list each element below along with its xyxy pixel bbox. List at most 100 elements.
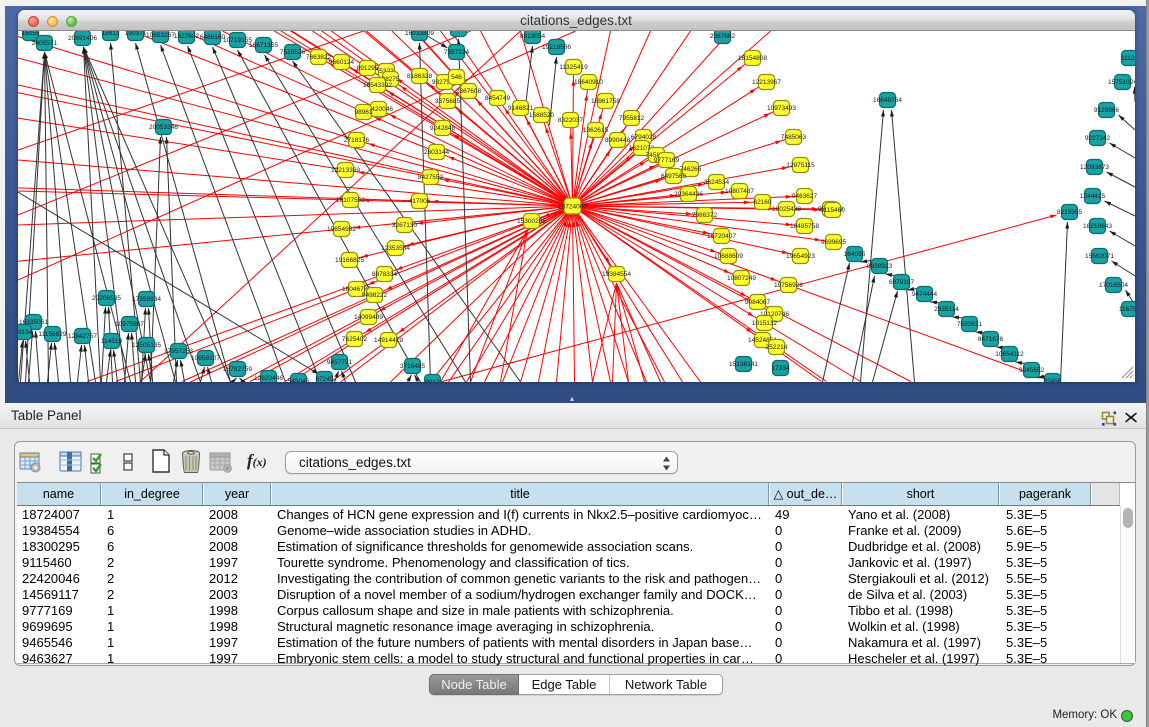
svg-text:8938923: 8938923: [866, 263, 892, 270]
svg-text:3624534: 3624534: [703, 179, 729, 186]
svg-text:8322037: 8322037: [557, 117, 583, 124]
svg-text:9227342: 9227342: [1084, 135, 1110, 142]
svg-text:2405571: 2405571: [31, 40, 57, 47]
svg-text:190371: 190371: [124, 31, 146, 37]
svg-text:16154808: 16154808: [738, 55, 767, 62]
svg-text:3375685: 3375685: [434, 98, 460, 105]
svg-text:18640910: 18640910: [574, 79, 603, 86]
svg-text:12213967: 12213967: [752, 79, 781, 86]
svg-text:8878334: 8878334: [371, 271, 397, 278]
svg-text:10688609: 10688609: [714, 253, 743, 260]
svg-text:9242848: 9242848: [429, 125, 455, 132]
svg-text:7663822: 7663822: [305, 54, 331, 61]
svg-text:10973493: 10973493: [767, 105, 796, 112]
svg-text:9699695: 9699695: [820, 239, 846, 246]
svg-text:12093873: 12093873: [1080, 164, 1109, 171]
svg-text:6497568: 6497568: [660, 173, 686, 180]
svg-text:18495758: 18495758: [790, 223, 819, 230]
svg-text:19654982: 19654982: [327, 226, 356, 233]
svg-text:11325419: 11325419: [559, 64, 588, 71]
svg-text:9660124: 9660124: [328, 59, 354, 66]
svg-text:15692071: 15692071: [1085, 253, 1114, 260]
svg-text:12975115: 12975115: [786, 162, 815, 169]
svg-text:12353584: 12353584: [381, 245, 410, 252]
svg-text:9115460: 9115460: [820, 207, 845, 214]
svg-text:2803144: 2803144: [423, 149, 449, 156]
svg-text:10958107: 10958107: [191, 355, 220, 362]
svg-text:417006: 417006: [408, 198, 430, 205]
svg-text:10653267: 10653267: [146, 32, 175, 39]
svg-text:7485063: 7485063: [780, 134, 806, 141]
svg-text:8990448: 8990448: [604, 137, 630, 144]
svg-text:20053346: 20053346: [149, 124, 178, 131]
svg-text:16782759: 16782759: [223, 366, 252, 373]
svg-text:12213369: 12213369: [331, 167, 360, 174]
svg-text:88130: 88130: [449, 31, 467, 33]
svg-text:1015132: 1015132: [751, 320, 777, 327]
svg-text:15300285: 15300285: [517, 218, 546, 225]
svg-text:8427552: 8427552: [417, 174, 443, 181]
svg-text:8471676: 8471676: [977, 336, 1003, 343]
svg-text:7625402: 7625402: [341, 336, 367, 343]
svg-text:19218586: 19218586: [542, 44, 571, 51]
svg-text:9146821: 9146821: [507, 105, 533, 112]
svg-text:15720407: 15720407: [707, 233, 736, 240]
svg-text:12823446: 12823446: [254, 375, 283, 381]
svg-text:16033809: 16033809: [405, 31, 434, 37]
svg-text:2935114: 2935114: [934, 306, 959, 313]
svg-text:19654923: 19654923: [786, 253, 815, 260]
svg-text:9777169: 9777169: [653, 157, 679, 164]
svg-text:114519: 114519: [100, 338, 122, 345]
svg-text:98961: 98961: [354, 109, 372, 116]
svg-text:16961758: 16961758: [591, 98, 620, 105]
svg-text:8454749: 8454749: [484, 95, 510, 102]
svg-text:252214: 252214: [765, 344, 787, 351]
svg-text:19756928: 19756928: [774, 282, 803, 289]
svg-text:6879197: 6879197: [888, 279, 914, 286]
svg-text:9498222: 9498222: [361, 292, 387, 299]
svg-text:16107552: 16107552: [336, 197, 365, 204]
svg-text:20364436: 20364436: [674, 191, 703, 198]
svg-text:17957253: 17957253: [164, 348, 193, 355]
svg-text:9463627: 9463627: [791, 193, 817, 200]
svg-text:9245652: 9245652: [1018, 367, 1044, 374]
svg-text:1588520: 1588520: [528, 112, 554, 119]
svg-text:746266: 746266: [679, 166, 701, 173]
svg-text:17016504: 17016504: [1099, 282, 1128, 289]
svg-text:1527602: 1527602: [173, 33, 199, 40]
svg-text:1362615: 1362615: [582, 127, 608, 134]
svg-text:164095: 164095: [843, 251, 865, 258]
svg-text:16648764: 16648764: [873, 97, 902, 104]
svg-text:39154: 39154: [18, 329, 33, 336]
svg-text:10654112: 10654112: [995, 351, 1024, 358]
svg-text:12505135: 12505135: [132, 342, 161, 349]
svg-text:6466160: 6466160: [199, 34, 225, 41]
svg-text:97245: 97245: [315, 376, 333, 381]
svg-text:546: 546: [451, 74, 462, 81]
svg-text:16543392: 16543392: [363, 82, 392, 89]
svg-text:7955812: 7955812: [618, 115, 644, 122]
svg-text:10807249: 10807249: [727, 275, 756, 282]
svg-text:18813: 18813: [101, 31, 119, 37]
svg-text:14099489: 14099489: [354, 314, 383, 321]
svg-text:2367608: 2367608: [455, 88, 481, 95]
svg-text:7357224: 7357224: [443, 49, 469, 56]
svg-text:20206535: 20206535: [92, 295, 121, 302]
svg-text:9129966: 9129966: [1093, 107, 1119, 114]
svg-text:3267130: 3267130: [391, 222, 417, 229]
svg-text:20691406: 20691406: [68, 35, 97, 42]
svg-text:8186328: 8186328: [406, 73, 432, 80]
svg-text:16055: 16055: [21, 31, 39, 37]
svg-text:17359934: 17359934: [132, 296, 161, 303]
svg-text:16210643: 16210643: [1083, 223, 1112, 230]
svg-text:10807487: 10807487: [725, 188, 754, 195]
svg-text:9474444: 9474444: [911, 291, 937, 298]
svg-text:2718176: 2718176: [343, 137, 369, 144]
svg-text:11123: 11123: [1120, 55, 1134, 62]
svg-text:12942757: 12942757: [68, 333, 97, 340]
svg-text:18724007: 18724007: [558, 204, 587, 211]
svg-text:62160: 62160: [753, 199, 771, 206]
svg-text:8813054: 8813054: [519, 33, 545, 40]
svg-text:15751024: 15751024: [1108, 79, 1135, 86]
svg-text:17334: 17334: [771, 365, 789, 372]
